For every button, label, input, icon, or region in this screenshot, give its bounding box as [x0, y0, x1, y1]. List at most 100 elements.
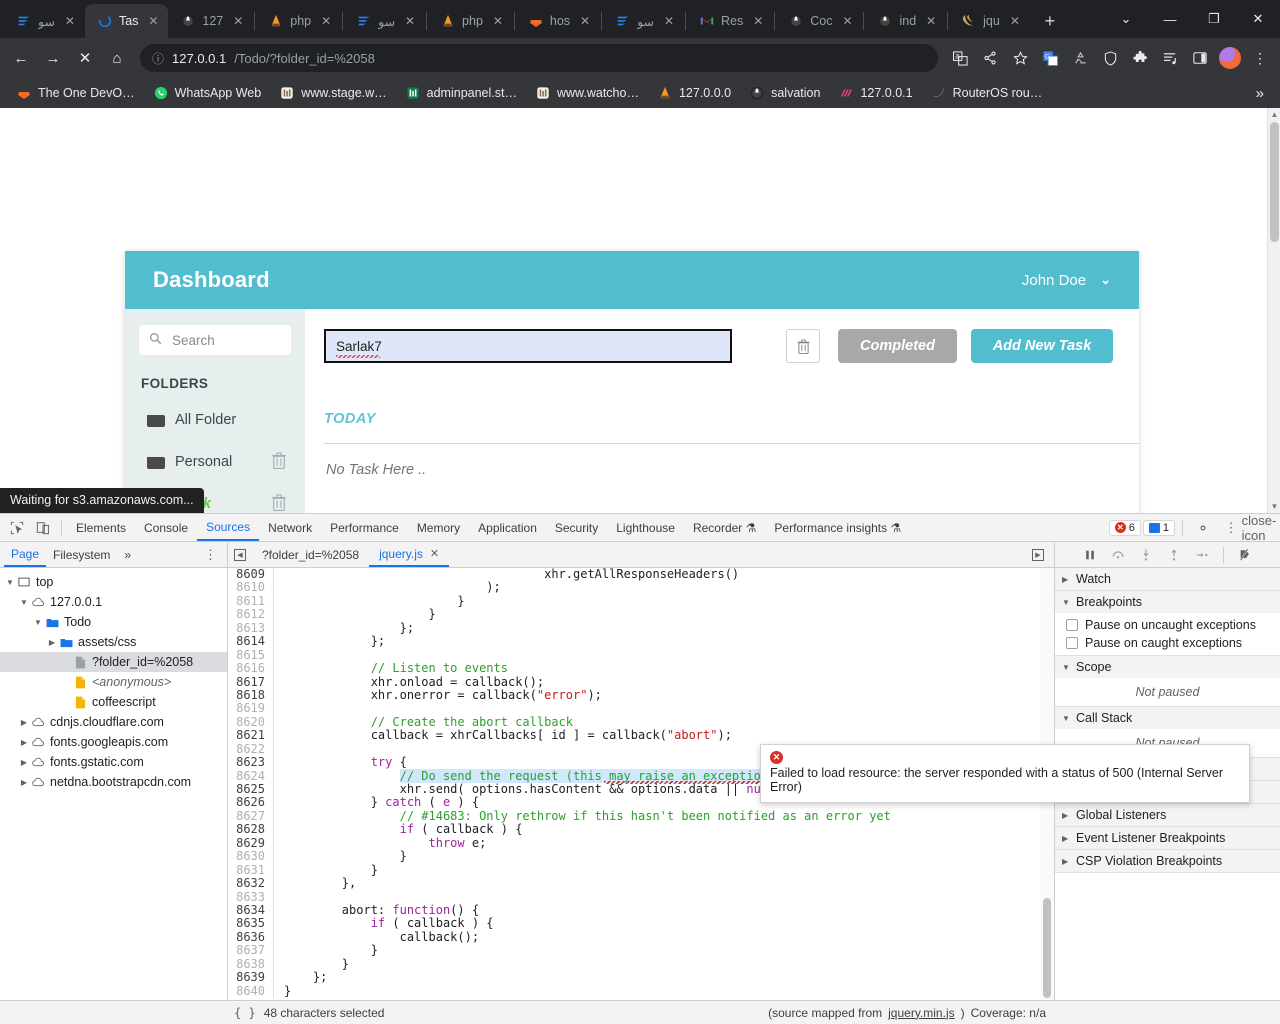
- line-number[interactable]: 8622: [228, 742, 274, 757]
- code-text[interactable]: // Create the abort callback: [274, 715, 573, 729]
- tab-close-button[interactable]: ✕: [146, 14, 160, 28]
- editor-tab-1[interactable]: jquery.js ✕: [369, 542, 450, 567]
- section-twisty-icon[interactable]: ▼: [1062, 714, 1071, 723]
- chevron-down-icon[interactable]: ⌄: [1100, 272, 1111, 288]
- section-twisty-icon[interactable]: ▶: [1062, 857, 1071, 866]
- section-header[interactable]: ▶ Event Listener Breakpoints: [1055, 827, 1280, 849]
- code-text[interactable]: [274, 743, 284, 756]
- code-text[interactable]: xhr.send( options.hasContent && options.…: [274, 782, 797, 796]
- browser-tab-2[interactable]: 127 ✕: [168, 4, 254, 38]
- code-text[interactable]: }: [274, 608, 435, 621]
- line-number[interactable]: 8620: [228, 715, 274, 730]
- code-text[interactable]: };: [274, 621, 414, 635]
- profile-avatar[interactable]: [1216, 44, 1244, 72]
- page-info-icon[interactable]: ⓘ: [152, 50, 164, 67]
- tab-close-button[interactable]: ✕: [751, 14, 765, 28]
- tree-node-8[interactable]: ▶ fonts.googleapis.com: [0, 732, 227, 752]
- code-text[interactable]: [274, 702, 284, 715]
- editor-scrollbar-thumb[interactable]: [1043, 898, 1051, 998]
- code-text[interactable]: }: [274, 594, 464, 608]
- devtools-tab-performance-insights[interactable]: Performance insights ⚗: [765, 514, 910, 541]
- code-text[interactable]: };: [274, 970, 327, 984]
- navigator-tab-1[interactable]: Filesystem: [46, 542, 117, 567]
- section-twisty-icon[interactable]: ▼: [1062, 598, 1071, 607]
- inspect-element-icon[interactable]: [4, 516, 30, 540]
- section-header[interactable]: ▶ Global Listeners: [1055, 804, 1280, 826]
- browser-tab-1[interactable]: Tas ✕: [84, 4, 169, 38]
- code-text[interactable]: if ( callback ) {: [274, 823, 523, 836]
- scrollbar-thumb[interactable]: [1270, 122, 1279, 242]
- browser-tab-5[interactable]: php ✕: [428, 4, 513, 38]
- source-map-link[interactable]: jquery.min.js: [888, 1006, 954, 1020]
- bookmark-item-1[interactable]: WhatsApp Web: [145, 82, 270, 104]
- resume-pause-icon[interactable]: [1078, 544, 1102, 566]
- line-number[interactable]: 8626: [228, 795, 274, 810]
- tree-node-0[interactable]: ▼ top: [0, 572, 227, 592]
- browser-tab-9[interactable]: Coc ✕: [776, 4, 863, 38]
- tree-twisty-icon[interactable]: ▶: [18, 758, 30, 767]
- bookmark-item-6[interactable]: salvation: [741, 82, 828, 104]
- section-header[interactable]: ▼ Scope: [1055, 656, 1280, 678]
- tree-node-4[interactable]: ?folder_id=%2058: [0, 652, 227, 672]
- delete-folder-icon[interactable]: [271, 494, 287, 513]
- navigator-tab-0[interactable]: Page: [4, 542, 47, 567]
- line-number[interactable]: 8627: [228, 809, 274, 824]
- scroll-up-arrow[interactable]: ▲: [1268, 108, 1280, 121]
- scroll-down-arrow[interactable]: ▼: [1268, 500, 1280, 513]
- code-text[interactable]: };: [274, 634, 385, 648]
- show-navigator-icon[interactable]: ◀: [228, 542, 252, 567]
- code-text[interactable]: callback = xhrCallbacks[ id ] = callback…: [274, 729, 732, 742]
- line-number[interactable]: 8624: [228, 769, 274, 783]
- line-number[interactable]: 8638: [228, 957, 274, 972]
- bookmark-item-4[interactable]: www.watcho…: [527, 82, 647, 104]
- code-text[interactable]: }: [274, 863, 378, 877]
- editor-tab-close-icon[interactable]: ✕: [430, 547, 439, 560]
- checkbox[interactable]: [1066, 637, 1078, 649]
- browser-tab-7[interactable]: سو ✕: [603, 4, 684, 38]
- line-number[interactable]: 8614: [228, 634, 274, 649]
- browser-tab-6[interactable]: hos ✕: [515, 4, 601, 38]
- close-window-button[interactable]: ✕: [1236, 0, 1280, 38]
- section-header[interactable]: ▼ Breakpoints: [1055, 591, 1280, 613]
- line-number[interactable]: 8623: [228, 755, 274, 770]
- line-number[interactable]: 8630: [228, 849, 274, 864]
- error-count-badge[interactable]: ✕ 6: [1108, 519, 1141, 536]
- delete-task-button[interactable]: [786, 329, 820, 363]
- line-number[interactable]: 8634: [228, 903, 274, 918]
- line-number[interactable]: 8611: [228, 594, 274, 609]
- tree-twisty-icon[interactable]: ▶: [18, 738, 30, 747]
- line-number[interactable]: 8613: [228, 621, 274, 636]
- open-drawer-icon[interactable]: ▶: [1026, 542, 1050, 567]
- line-number[interactable]: 8633: [228, 890, 274, 904]
- share-icon[interactable]: [976, 44, 1004, 72]
- devtools-tab-recorder[interactable]: Recorder ⚗: [684, 514, 765, 541]
- code-text[interactable]: // #14683: Only rethrow if this hasn't b…: [274, 809, 891, 823]
- line-number[interactable]: 8639: [228, 970, 274, 985]
- code-text[interactable]: callback();: [274, 930, 479, 944]
- checkbox[interactable]: [1066, 619, 1078, 631]
- forward-icon[interactable]: →: [38, 43, 68, 73]
- tab-close-button[interactable]: ✕: [1008, 14, 1022, 28]
- three-dot-menu-icon[interactable]: ⋮: [1246, 44, 1274, 72]
- line-number[interactable]: 8628: [228, 822, 274, 837]
- gear-icon[interactable]: [1190, 516, 1216, 540]
- tab-close-button[interactable]: ✕: [319, 14, 333, 28]
- tree-twisty-icon[interactable]: ▶: [18, 718, 30, 727]
- browser-tab-8[interactable]: Res ✕: [687, 4, 774, 38]
- translate-icon[interactable]: あ: [946, 44, 974, 72]
- three-dot-menu-icon[interactable]: ⋮: [1218, 516, 1244, 540]
- code-text[interactable]: throw e;: [274, 836, 487, 850]
- minimize-button[interactable]: —: [1148, 0, 1192, 38]
- tab-close-button[interactable]: ✕: [578, 14, 592, 28]
- user-menu[interactable]: John Doe ⌄: [1022, 272, 1111, 289]
- step-out-icon[interactable]: [1162, 544, 1186, 566]
- code-text[interactable]: try {: [274, 755, 407, 769]
- code-text[interactable]: [274, 891, 284, 904]
- code-text[interactable]: xhr.onload = callback();: [274, 675, 544, 689]
- tab-close-button[interactable]: ✕: [924, 14, 938, 28]
- home-icon[interactable]: ⌂: [102, 43, 132, 73]
- tree-node-6[interactable]: coffeescript: [0, 692, 227, 712]
- message-count-badge[interactable]: 1: [1142, 519, 1175, 536]
- line-number[interactable]: 8635: [228, 916, 274, 931]
- section-twisty-icon[interactable]: ▼: [1062, 663, 1071, 672]
